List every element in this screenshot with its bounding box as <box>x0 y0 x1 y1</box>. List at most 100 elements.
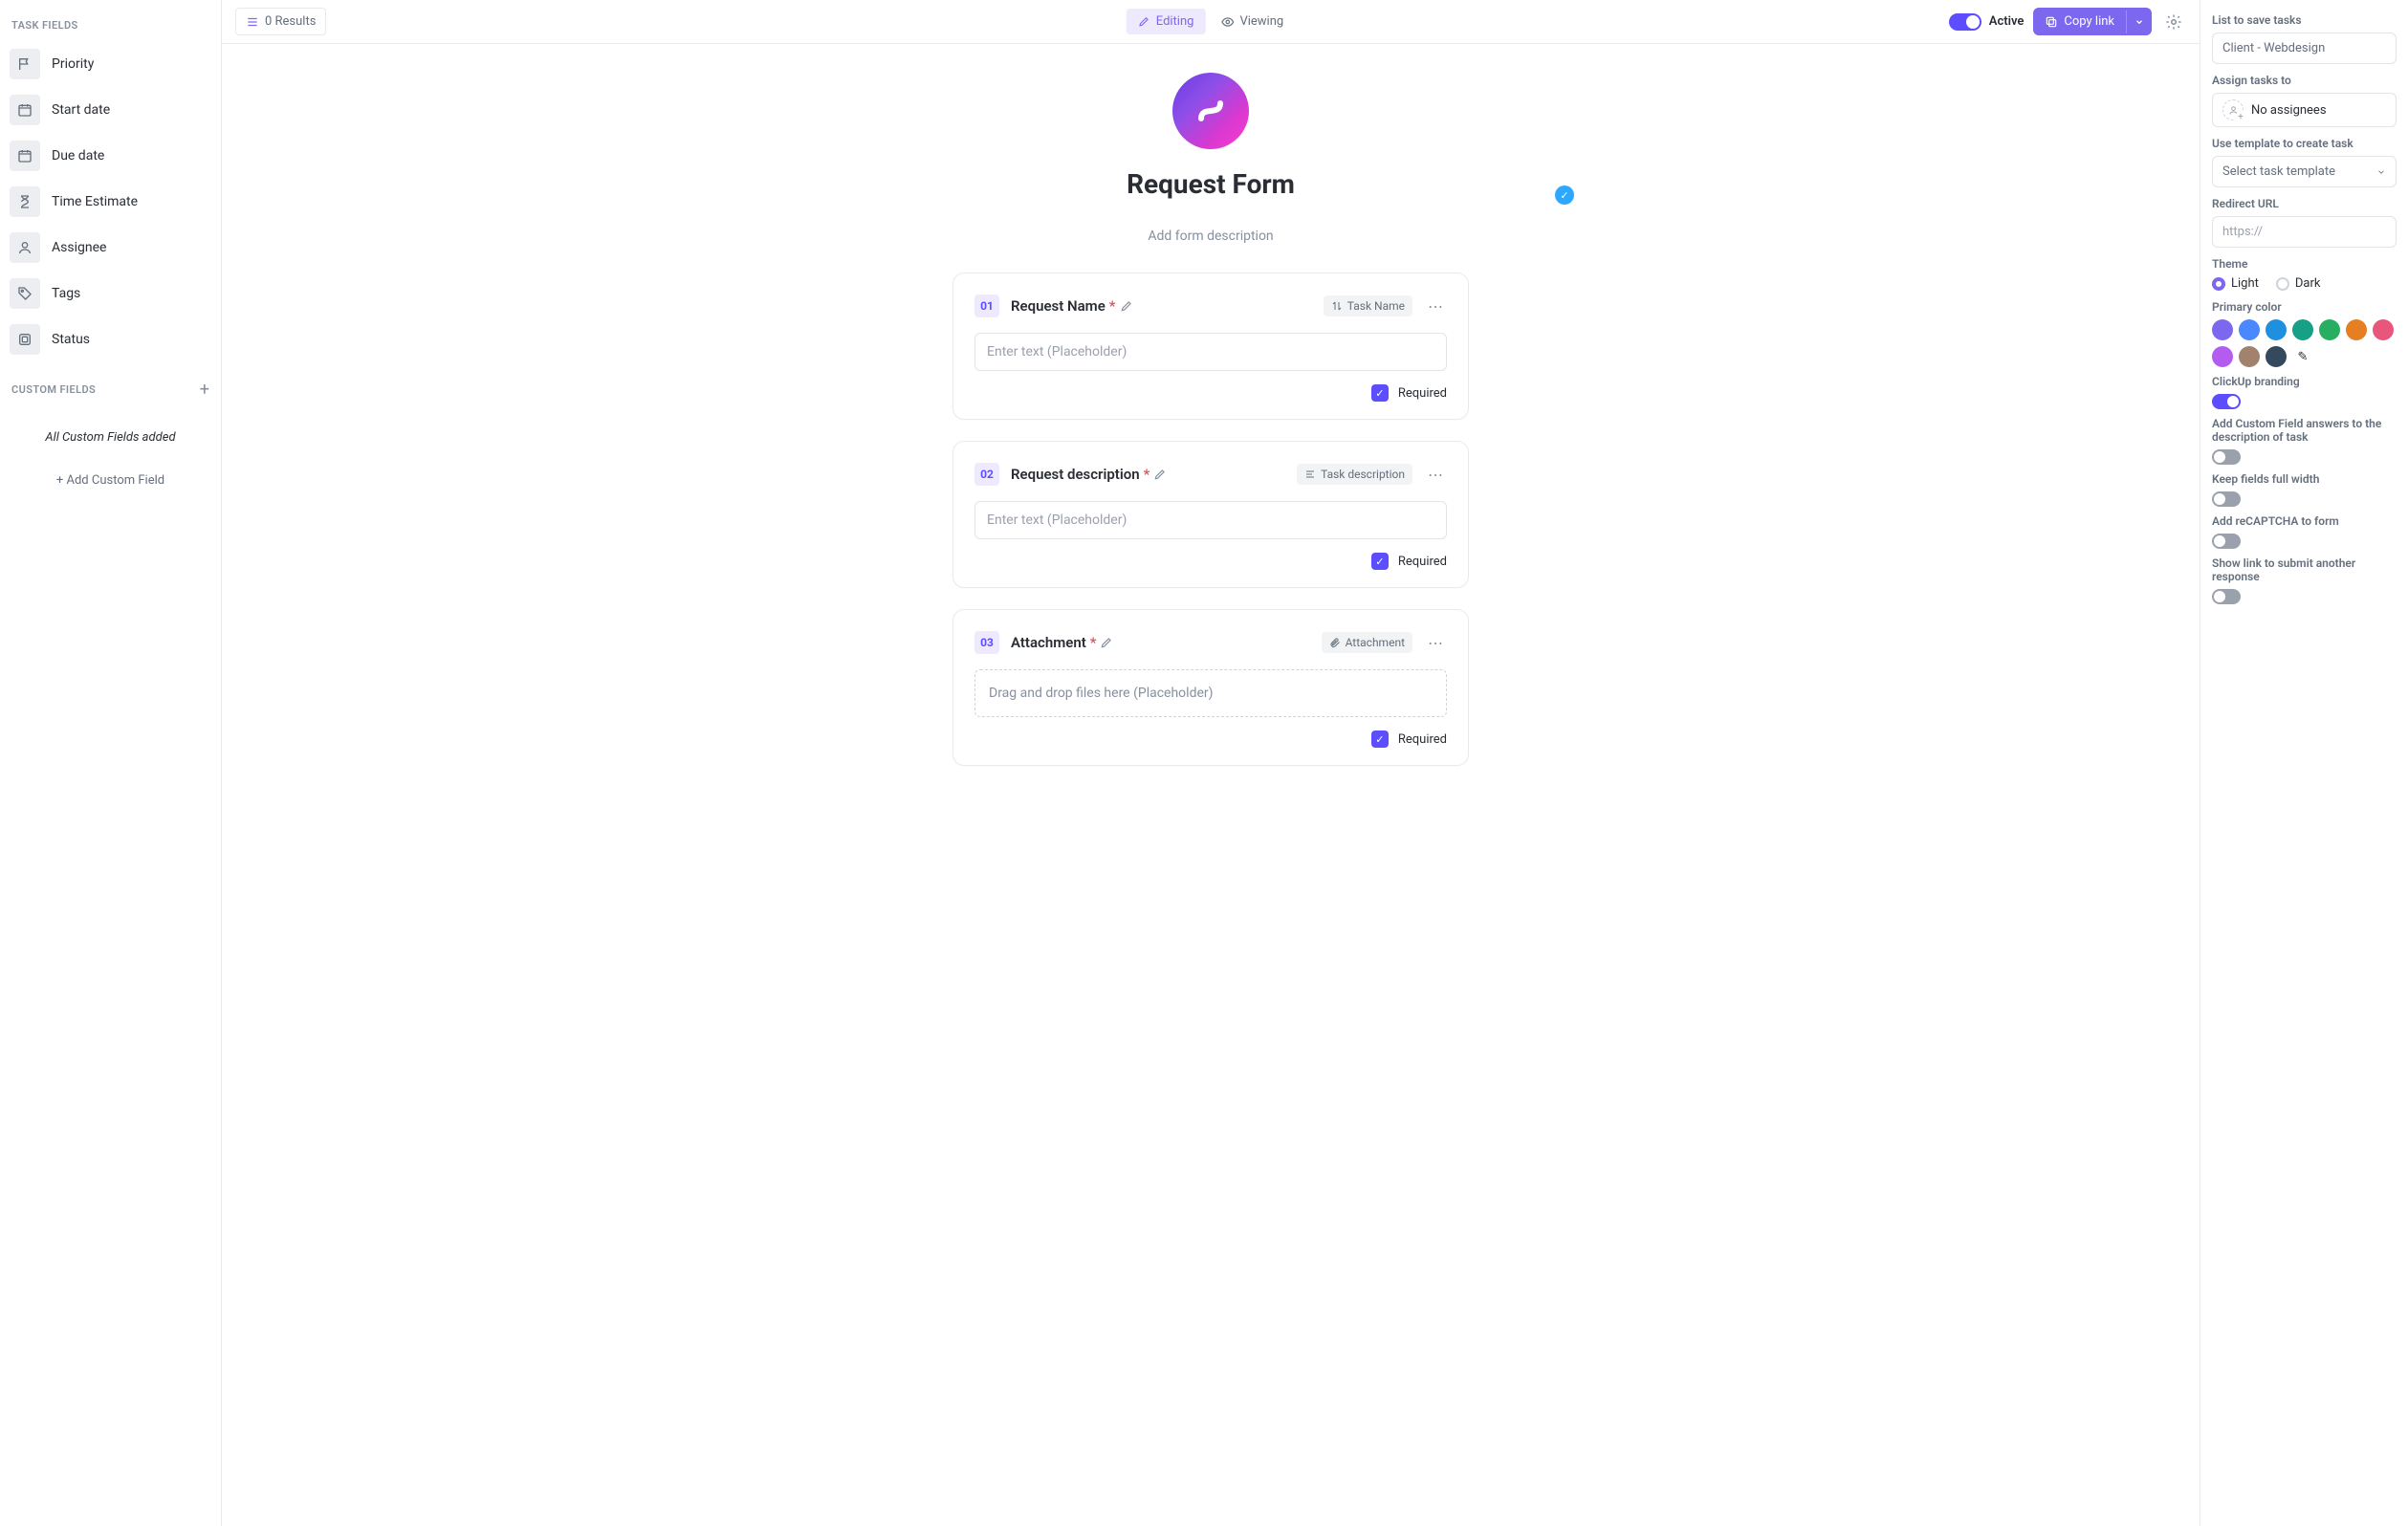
form-logo[interactable] <box>1172 73 1249 149</box>
file-drop-zone[interactable]: Drag and drop files here (Placeholder) <box>974 669 1447 717</box>
add-person-icon <box>2222 99 2244 120</box>
mode-toggle: Editing Viewing <box>1127 9 1295 34</box>
pencil-icon[interactable] <box>1153 468 1167 481</box>
assignee-value: No assignees <box>2251 103 2327 118</box>
block-title[interactable]: Request description <box>1011 466 1140 483</box>
more-button[interactable]: ⋯ <box>1424 632 1447 654</box>
task-field-start-date[interactable]: Start date <box>0 87 221 133</box>
active-toggle[interactable]: Active <box>1949 13 2025 31</box>
required-asterisk: * <box>1090 634 1097 651</box>
add-custom-field-button[interactable]: + Add Custom Field <box>0 464 221 497</box>
block-title[interactable]: Attachment <box>1011 634 1086 651</box>
text-input[interactable] <box>974 333 1447 371</box>
field-type-tag[interactable]: Task description <box>1297 464 1412 485</box>
redirect-label: Redirect URL <box>2212 197 2397 210</box>
field-type-tag[interactable]: Task Name <box>1324 295 1412 316</box>
settings-button[interactable] <box>2161 10 2186 34</box>
task-field-tags[interactable]: Tags <box>0 271 221 316</box>
copy-link-label: Copy link <box>2064 14 2114 29</box>
custom-fields-label: CUSTOM FIELDS <box>11 383 96 396</box>
viewing-label: Viewing <box>1239 14 1283 29</box>
editing-tab[interactable]: Editing <box>1127 9 1206 34</box>
add-custom-field-icon[interactable]: + <box>200 380 209 400</box>
settings-panel: List to save tasks Client - Webdesign As… <box>2200 0 2408 1526</box>
field-type-tag[interactable]: Attachment <box>1322 632 1412 653</box>
custom-answers-toggle[interactable] <box>2212 449 2241 465</box>
another-response-label: Show link to submit another response <box>2212 556 2397 583</box>
task-field-label: Start date <box>52 102 110 118</box>
list-select[interactable]: Client - Webdesign <box>2212 33 2397 64</box>
color-swatch[interactable] <box>2373 319 2394 340</box>
theme-dark[interactable]: Dark <box>2276 276 2321 291</box>
more-button[interactable]: ⋯ <box>1424 295 1447 317</box>
more-button[interactable]: ⋯ <box>1424 464 1447 486</box>
color-swatch[interactable] <box>2266 319 2287 340</box>
results-button[interactable]: 0 Results <box>235 8 326 35</box>
theme-light[interactable]: Light <box>2212 276 2259 291</box>
calendar-icon <box>10 95 40 125</box>
copy-link-button[interactable]: Copy link <box>2033 8 2152 35</box>
task-field-assignee[interactable]: Assignee <box>0 225 221 271</box>
radio-selected-icon <box>2212 277 2225 291</box>
assign-label: Assign tasks to <box>2212 74 2397 87</box>
active-label: Active <box>1989 14 2025 29</box>
required-asterisk: * <box>1144 466 1150 483</box>
form-block-request-name[interactable]: 01 Request Name * Task Name ⋯ ✓ <box>952 272 1469 420</box>
task-field-label: Priority <box>52 56 94 72</box>
paperclip-icon <box>1329 637 1341 648</box>
primary-color-label: Primary color <box>2212 300 2397 314</box>
required-asterisk: * <box>1109 297 1116 315</box>
form-block-request-description[interactable]: 02 Request description * Task descriptio… <box>952 441 1469 588</box>
color-swatch[interactable] <box>2239 346 2260 367</box>
hourglass-icon <box>10 186 40 217</box>
recaptcha-toggle[interactable] <box>2212 534 2241 549</box>
theme-label: Theme <box>2212 257 2397 271</box>
template-label: Use template to create task <box>2212 137 2397 150</box>
color-grid: ✎ <box>2212 319 2397 367</box>
color-swatch[interactable] <box>2346 319 2367 340</box>
color-swatch[interactable] <box>2212 346 2233 367</box>
eye-icon <box>1220 15 1234 29</box>
assignee-select[interactable]: No assignees <box>2212 93 2397 127</box>
color-swatch[interactable] <box>2239 319 2260 340</box>
color-swatch[interactable] <box>2212 319 2233 340</box>
results-label: 0 Results <box>265 14 316 29</box>
required-checkbox[interactable]: ✓ <box>1371 730 1389 748</box>
full-width-toggle[interactable] <box>2212 491 2241 507</box>
task-field-time-estimate[interactable]: Time Estimate <box>0 179 221 225</box>
verified-badge: ✓ <box>1555 185 1574 205</box>
required-checkbox[interactable]: ✓ <box>1371 553 1389 570</box>
task-field-priority[interactable]: Priority <box>0 41 221 87</box>
person-icon <box>10 232 40 263</box>
active-switch[interactable] <box>1949 13 1981 31</box>
color-swatch[interactable] <box>2292 319 2313 340</box>
pencil-icon[interactable] <box>1100 636 1113 649</box>
required-checkbox[interactable]: ✓ <box>1371 384 1389 402</box>
redirect-input[interactable] <box>2212 216 2397 248</box>
pencil-icon <box>1138 15 1150 28</box>
task-field-label: Assignee <box>52 240 106 255</box>
block-title[interactable]: Request Name <box>1011 297 1105 315</box>
color-swatch[interactable] <box>2319 319 2340 340</box>
viewing-tab[interactable]: Viewing <box>1209 9 1295 34</box>
task-field-status[interactable]: Status <box>0 316 221 362</box>
flag-icon <box>10 49 40 79</box>
text-input[interactable] <box>974 501 1447 539</box>
full-width-label: Keep fields full width <box>2212 472 2397 486</box>
task-field-label: Due date <box>52 148 104 164</box>
eyedropper-icon[interactable]: ✎ <box>2292 346 2313 367</box>
form-block-attachment[interactable]: 03 Attachment * Attachment ⋯ Drag and dr… <box>952 609 1469 766</box>
form-title[interactable]: Request Form <box>1127 168 1295 200</box>
task-field-label: Status <box>52 332 90 347</box>
pencil-icon[interactable] <box>1120 299 1133 313</box>
branding-toggle[interactable] <box>2212 394 2241 409</box>
logo-glyph-icon <box>1192 92 1230 130</box>
recaptcha-label: Add reCAPTCHA to form <box>2212 514 2397 528</box>
task-field-due-date[interactable]: Due date <box>0 133 221 179</box>
topbar: 0 Results Editing Viewing Active <box>222 0 2200 44</box>
color-swatch[interactable] <box>2266 346 2287 367</box>
form-description-placeholder[interactable]: Add form description <box>1148 229 1273 244</box>
another-response-toggle[interactable] <box>2212 589 2241 604</box>
template-select[interactable]: Select task template <box>2212 156 2397 187</box>
copy-link-caret[interactable] <box>2126 11 2152 33</box>
